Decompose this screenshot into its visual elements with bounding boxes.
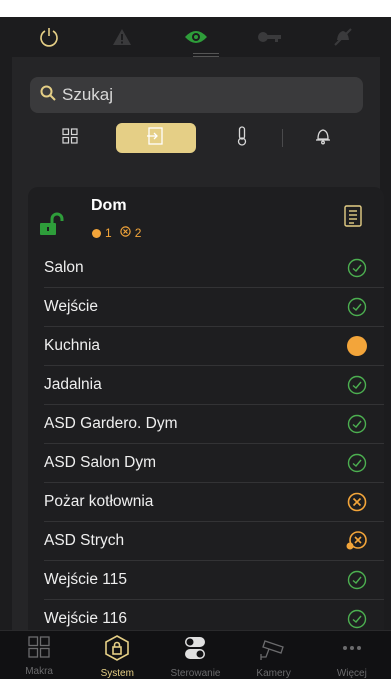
search-input[interactable]: Szukaj	[30, 77, 363, 113]
segment-all[interactable]	[30, 123, 110, 153]
list-item[interactable]: ASD Gardero. Dym	[44, 405, 384, 444]
alarm-dot-icon	[92, 228, 101, 238]
thermometer-icon	[236, 125, 248, 151]
segment-entries[interactable]	[116, 123, 196, 153]
list-item-label: Wejście 116	[44, 610, 127, 627]
ok-check-icon	[346, 452, 368, 474]
toggle-icon	[182, 635, 208, 666]
list-item[interactable]: Kuchnia	[44, 327, 384, 366]
list-item[interactable]: Jadalnia	[44, 366, 384, 405]
list-item-label: Pożar kotłownia	[44, 493, 154, 510]
status-strip	[0, 0, 391, 17]
tab-sterowanie[interactable]: Sterowanie	[156, 631, 234, 679]
search-icon	[40, 85, 56, 106]
more-dots-icon	[339, 635, 365, 666]
grid-icon	[62, 127, 78, 149]
unlocked-icon	[38, 211, 64, 242]
ok-check-icon	[346, 413, 368, 435]
list-item-label: Wejście 115	[44, 571, 127, 588]
list-item-label: Salon	[44, 259, 84, 276]
mode-toolbar	[12, 17, 380, 57]
document-icon[interactable]	[344, 205, 362, 232]
bell-icon	[314, 127, 332, 150]
alarm-count: 1	[105, 226, 112, 240]
list-item-label: Wejście	[44, 298, 98, 315]
ok-check-icon	[346, 374, 368, 396]
warning-icon[interactable]	[107, 22, 137, 52]
power-icon[interactable]	[34, 22, 64, 52]
tab-label: Sterowanie	[170, 668, 221, 679]
search-placeholder: Szukaj	[62, 85, 114, 104]
list-item-label: ASD Gardero. Dym	[44, 415, 178, 432]
tab-label: System	[100, 668, 134, 679]
tab-system[interactable]: System	[78, 631, 156, 679]
ok-check-icon	[346, 257, 368, 279]
list-item[interactable]: Pożar kotłownia	[44, 483, 384, 522]
zone-counts: 1 2	[92, 226, 141, 240]
tab-label: Kamery	[256, 668, 291, 679]
list-item[interactable]: Wejście 115	[44, 561, 384, 600]
segment-temperature[interactable]	[202, 123, 282, 153]
alarm-dot-icon	[346, 335, 368, 357]
ok-check-icon	[346, 569, 368, 591]
grid-icon	[27, 635, 51, 664]
bell-off-icon[interactable]	[328, 22, 358, 52]
list-item-label: ASD Salon Dym	[44, 454, 156, 471]
key-icon[interactable]	[255, 22, 285, 52]
list-item-label: Kuchnia	[44, 337, 101, 354]
fault-count: 2	[134, 226, 142, 240]
door-enter-icon	[146, 126, 166, 150]
fault-icon	[346, 491, 368, 513]
shield-lock-icon	[104, 635, 130, 666]
bottom-tab-bar: Makra System Sterowanie Kamery Więcej	[0, 630, 391, 679]
camera-icon	[259, 635, 289, 666]
fault-key-icon	[346, 530, 368, 552]
category-segments	[30, 123, 363, 153]
tab-label: Makra	[25, 666, 53, 677]
list-item-label: Jadalnia	[44, 376, 102, 393]
tab-wiecej[interactable]: Więcej	[313, 631, 391, 679]
eye-icon[interactable]	[181, 22, 211, 52]
zone-header[interactable]: Dom 1 2	[28, 187, 384, 249]
fault-icon	[119, 226, 131, 240]
zone-list: Salon Wejście Kuchnia Jadalnia ASD Garde…	[28, 249, 384, 639]
list-item[interactable]: ASD Strych	[44, 522, 384, 561]
segment-alarms[interactable]	[283, 123, 363, 153]
tab-label: Więcej	[336, 668, 367, 679]
tab-kamery[interactable]: Kamery	[235, 631, 313, 679]
tab-makra[interactable]: Makra	[0, 631, 78, 679]
list-item[interactable]: Wejście	[44, 288, 384, 327]
zone-title: Dom	[91, 197, 127, 214]
list-item[interactable]: Salon	[44, 249, 384, 288]
list-item[interactable]: ASD Salon Dym	[44, 444, 384, 483]
list-item-label: ASD Strych	[44, 532, 125, 549]
ok-check-icon	[346, 608, 368, 630]
ok-check-icon	[346, 296, 368, 318]
